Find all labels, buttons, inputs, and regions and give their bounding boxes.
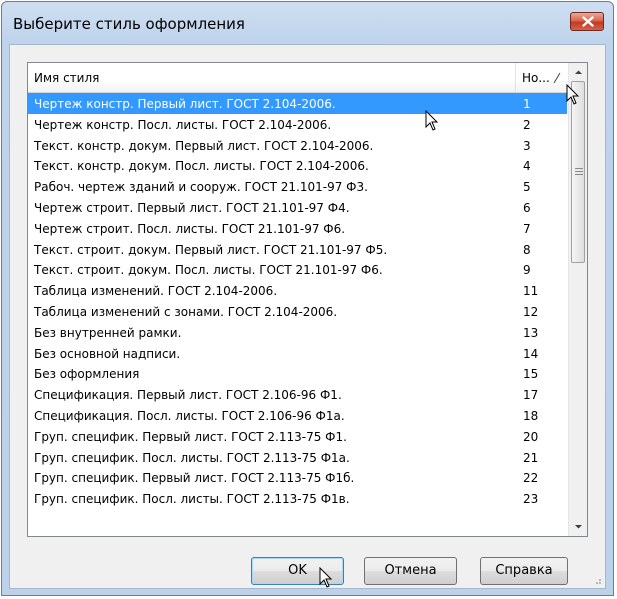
scrollbar-thumb[interactable] — [571, 81, 585, 263]
style-name-cell: Текст. констр. докум. Посл. листы. ГОСТ … — [34, 159, 369, 174]
close-button[interactable] — [570, 12, 604, 31]
style-number-cell: 20 — [523, 429, 539, 444]
style-name-cell: Таблица изменений с зонами. ГОСТ 2.104-2… — [34, 304, 338, 319]
chevron-down-icon — [575, 525, 582, 529]
style-name-cell: Рабоч. чертеж зданий и сооруж. ГОСТ 21.1… — [34, 180, 368, 195]
style-number-cell: 7 — [523, 221, 531, 236]
style-number-cell: 21 — [523, 450, 539, 465]
style-number-cell: 6 — [523, 200, 531, 215]
help-button[interactable]: Справка — [480, 557, 568, 585]
scroll-up-button[interactable] — [570, 64, 587, 81]
column-resize-mark-icon — [553, 72, 561, 84]
chevron-up-icon — [575, 70, 582, 74]
list-item[interactable]: Текст. строит. докум. Первый лист. ГОСТ … — [28, 239, 567, 260]
list-item[interactable]: Таблица изменений с зонами. ГОСТ 2.104-2… — [28, 301, 567, 322]
style-number-cell: 3 — [523, 138, 531, 153]
style-number-cell: 23 — [523, 492, 539, 507]
list-item[interactable]: Рабоч. чертеж зданий и сооруж. ГОСТ 21.1… — [28, 176, 567, 197]
style-number-cell: 13 — [523, 325, 539, 340]
style-number-cell: 5 — [523, 180, 531, 195]
list-item[interactable]: Груп. специфик. Посл. листы. ГОСТ 2.113-… — [28, 488, 567, 509]
style-number-cell: 11 — [523, 284, 539, 299]
dialog-window: Выберите стиль оформления Имя стиля Но..… — [1, 1, 614, 596]
column-header-number-label: Но... — [522, 71, 550, 85]
list-item[interactable]: Спецификация. Посл. листы. ГОСТ 2.106-96… — [28, 405, 567, 426]
list-item[interactable]: Спецификация. Первый лист. ГОСТ 2.106-96… — [28, 384, 567, 405]
cancel-button[interactable]: Отмена — [364, 557, 457, 585]
list-item[interactable]: Без оформления 15 — [28, 363, 567, 384]
list-header: Имя стиля Но... — [28, 63, 567, 93]
style-name-cell: Чертеж строит. Первый лист. ГОСТ 21.101-… — [34, 200, 350, 215]
style-name-cell: Без внутренней рамки. — [34, 325, 182, 340]
window-title: Выберите стиль оформления — [13, 15, 245, 33]
scroll-down-button[interactable] — [570, 518, 587, 535]
style-list[interactable]: Имя стиля Но... Чертеж констр. Первый ли… — [27, 62, 588, 537]
style-name-cell: Груп. специфик. Первый лист. ГОСТ 2.113-… — [34, 471, 355, 486]
style-number-cell: 1 — [523, 97, 531, 111]
list-item[interactable]: Текст. констр. докум. Посл. листы. ГОСТ … — [28, 155, 567, 176]
style-name-cell: Спецификация. Посл. листы. ГОСТ 2.106-96… — [34, 408, 345, 423]
style-name-cell: Груп. специфик. Посл. листы. ГОСТ 2.113-… — [34, 492, 350, 507]
style-name-cell: Текст. строит. докум. Посл. листы. ГОСТ … — [34, 263, 383, 278]
style-name-cell: Чертеж констр. Первый лист. ГОСТ 2.104-2… — [34, 97, 336, 111]
column-header-style-name[interactable]: Имя стиля — [28, 63, 516, 92]
style-name-cell: Без оформления — [34, 367, 140, 382]
style-number-cell: 2 — [523, 117, 531, 132]
style-number-cell: 15 — [523, 367, 539, 382]
style-name-cell: Чертеж констр. Посл. листы. ГОСТ 2.104-2… — [34, 117, 332, 132]
list-item[interactable]: Без основной надписи. 14 — [28, 343, 567, 364]
vertical-scrollbar[interactable] — [568, 63, 587, 536]
close-icon — [582, 16, 594, 27]
style-number-cell: 22 — [523, 471, 539, 486]
style-number-cell: 18 — [523, 408, 539, 423]
list-item[interactable]: Чертеж строит. Первый лист. ГОСТ 21.101-… — [28, 197, 567, 218]
style-name-cell: Таблица изменений. ГОСТ 2.104-2006. — [34, 284, 278, 299]
style-number-cell: 14 — [523, 346, 539, 361]
list-item[interactable]: Таблица изменений. ГОСТ 2.104-2006. 11 — [28, 280, 567, 301]
style-number-cell: 9 — [523, 263, 531, 278]
list-item[interactable]: Груп. специфик. Первый лист. ГОСТ 2.113-… — [28, 467, 567, 488]
list-item[interactable]: Груп. специфик. Первый лист. ГОСТ 2.113-… — [28, 426, 567, 447]
grip-lines-icon — [575, 168, 583, 175]
list-item[interactable]: Текст. констр. докум. Первый лист. ГОСТ … — [28, 135, 567, 156]
style-name-cell: Груп. специфик. Первый лист. ГОСТ 2.113-… — [34, 429, 347, 444]
resize-grip-icon[interactable] — [592, 575, 602, 585]
style-name-cell: Груп. специфик. Посл. листы. ГОСТ 2.113-… — [34, 450, 350, 465]
list-item[interactable]: Текст. строит. докум. Посл. листы. ГОСТ … — [28, 259, 567, 280]
style-name-cell: Спецификация. Первый лист. ГОСТ 2.106-96… — [34, 388, 342, 403]
style-number-cell: 12 — [523, 304, 539, 319]
list-item[interactable]: Чертеж констр. Посл. листы. ГОСТ 2.104-2… — [28, 114, 567, 135]
list-item[interactable]: Чертеж строит. Посл. листы. ГОСТ 21.101-… — [28, 218, 567, 239]
style-number-cell: 8 — [523, 242, 531, 257]
column-header-number[interactable]: Но... — [516, 63, 567, 92]
style-name-cell: Чертеж строит. Посл. листы. ГОСТ 21.101-… — [34, 221, 346, 236]
title-bar[interactable]: Выберите стиль оформления — [2, 2, 613, 44]
column-header-style-name-label: Имя стиля — [34, 71, 100, 85]
list-item[interactable]: Чертеж констр. Первый лист. ГОСТ 2.104-2… — [28, 93, 567, 114]
dialog-client-area: Имя стиля Но... Чертеж констр. Первый ли… — [9, 44, 606, 589]
style-number-cell: 17 — [523, 388, 539, 403]
style-name-cell: Текст. строит. докум. Первый лист. ГОСТ … — [34, 242, 388, 257]
list-rows: Чертеж констр. Первый лист. ГОСТ 2.104-2… — [28, 93, 567, 509]
list-item[interactable]: Без внутренней рамки. 13 — [28, 322, 567, 343]
ok-button[interactable]: OK — [251, 557, 344, 585]
style-name-cell: Без основной надписи. — [34, 346, 181, 361]
style-name-cell: Текст. констр. докум. Первый лист. ГОСТ … — [34, 138, 374, 153]
style-number-cell: 4 — [523, 159, 531, 174]
list-item[interactable]: Груп. специфик. Посл. листы. ГОСТ 2.113-… — [28, 447, 567, 468]
